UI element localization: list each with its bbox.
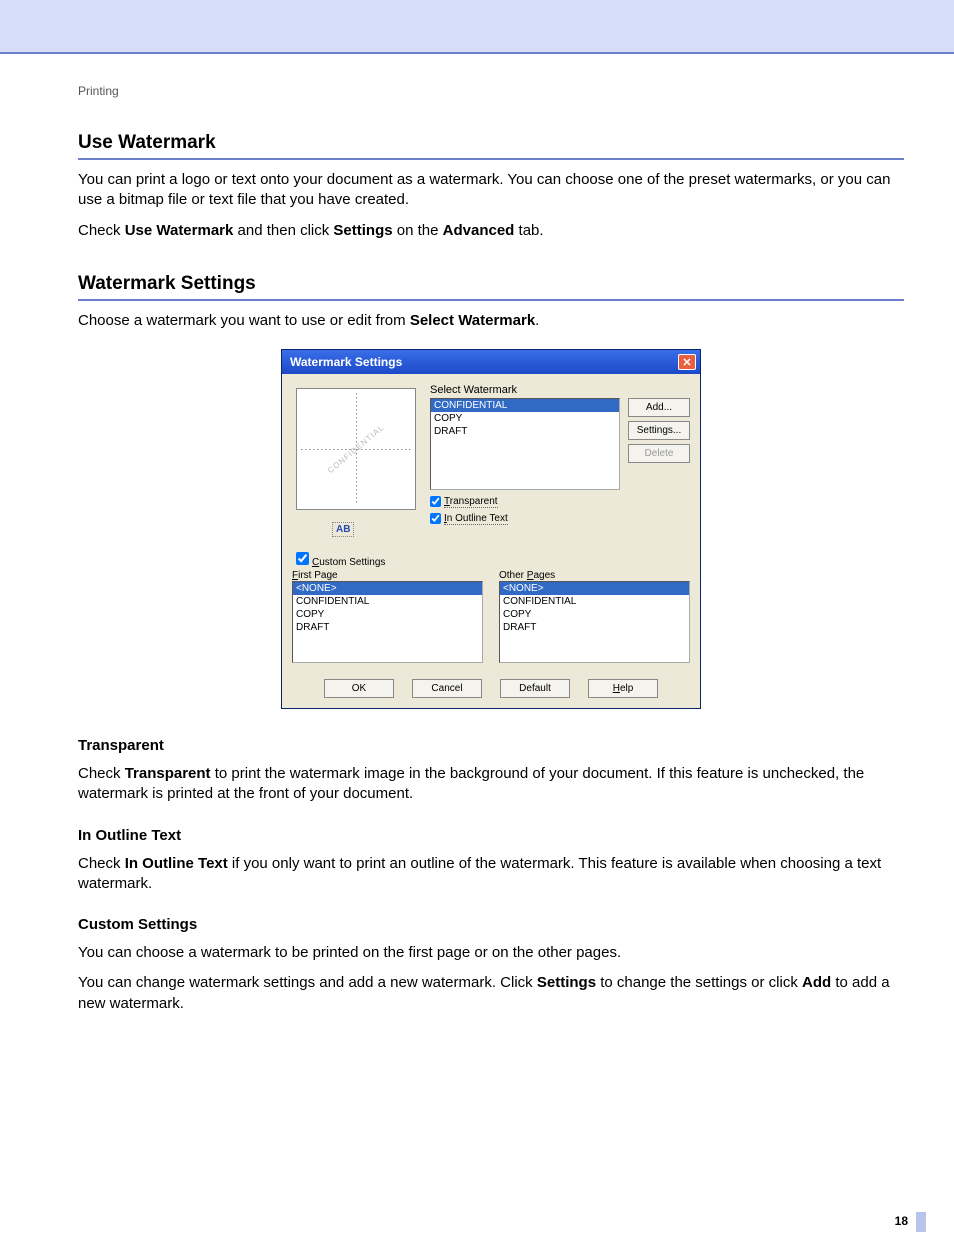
heading-outline-text: In Outline Text [78,827,904,844]
other-pages-label: Other Pages [499,570,690,581]
ab-indicator: AB [332,522,354,537]
list-item[interactable]: <NONE> [500,582,689,595]
list-item[interactable]: <NONE> [293,582,482,595]
outline-text-checkbox[interactable] [430,513,441,524]
first-page-label: First Page [292,570,483,581]
list-item[interactable]: CONFIDENTIAL [431,399,619,412]
transparent-desc: Check Transparent to print the watermark… [78,764,904,805]
dialog-title: Watermark Settings [290,355,402,369]
watermark-settings-dialog: Watermark Settings ✕ CONFIDENTIAL AB Sel… [281,349,701,709]
select-watermark-listbox[interactable]: CONFIDENTIAL COPY DRAFT [430,398,620,490]
custom-settings-checkbox-label: Custom Settings [312,557,385,568]
help-button[interactable]: Help [588,679,658,698]
add-button[interactable]: Add... [628,398,690,417]
default-button[interactable]: Default [500,679,570,698]
list-item[interactable]: DRAFT [431,425,619,438]
ok-button[interactable]: OK [324,679,394,698]
select-watermark-label: Select Watermark [430,384,690,396]
custom-settings-desc1: You can choose a watermark to be printed… [78,943,904,963]
list-item[interactable]: DRAFT [500,621,689,634]
close-icon[interactable]: ✕ [678,354,696,370]
dialog-titlebar: Watermark Settings ✕ [282,350,700,374]
transparent-checkbox-label: Transparent [444,496,498,508]
heading-use-watermark: Use Watermark [78,132,904,160]
heading-custom-settings: Custom Settings [78,916,904,933]
watermark-preview: CONFIDENTIAL [296,388,416,510]
use-watermark-instruction: Check Use Watermark and then click Setti… [78,221,904,241]
delete-button[interactable]: Delete [628,444,690,463]
list-item[interactable]: CONFIDENTIAL [500,595,689,608]
breadcrumb: Printing [78,84,904,98]
heading-transparent: Transparent [78,737,904,754]
transparent-checkbox[interactable] [430,496,441,507]
heading-watermark-settings: Watermark Settings [78,273,904,301]
outline-text-desc: Check In Outline Text if you only want t… [78,854,904,895]
outline-text-checkbox-label: In Outline Text [444,513,508,525]
custom-settings-desc2: You can change watermark settings and ad… [78,973,904,1014]
list-item[interactable]: COPY [431,412,619,425]
watermark-settings-desc: Choose a watermark you want to use or ed… [78,311,904,331]
cancel-button[interactable]: Cancel [412,679,482,698]
list-item[interactable]: COPY [293,608,482,621]
list-item[interactable]: COPY [500,608,689,621]
first-page-listbox[interactable]: <NONE> CONFIDENTIAL COPY DRAFT [292,581,483,663]
page-number-bar [916,1212,926,1232]
custom-settings-checkbox[interactable] [296,552,309,565]
header-band [0,0,954,54]
list-item[interactable]: DRAFT [293,621,482,634]
other-pages-listbox[interactable]: <NONE> CONFIDENTIAL COPY DRAFT [499,581,690,663]
page-number: 18 [895,1214,908,1228]
settings-button[interactable]: Settings... [628,421,690,440]
use-watermark-desc: You can print a logo or text onto your d… [78,170,904,211]
page-content: 1 Printing Use Watermark You can print a… [0,54,954,1244]
list-item[interactable]: CONFIDENTIAL [293,595,482,608]
